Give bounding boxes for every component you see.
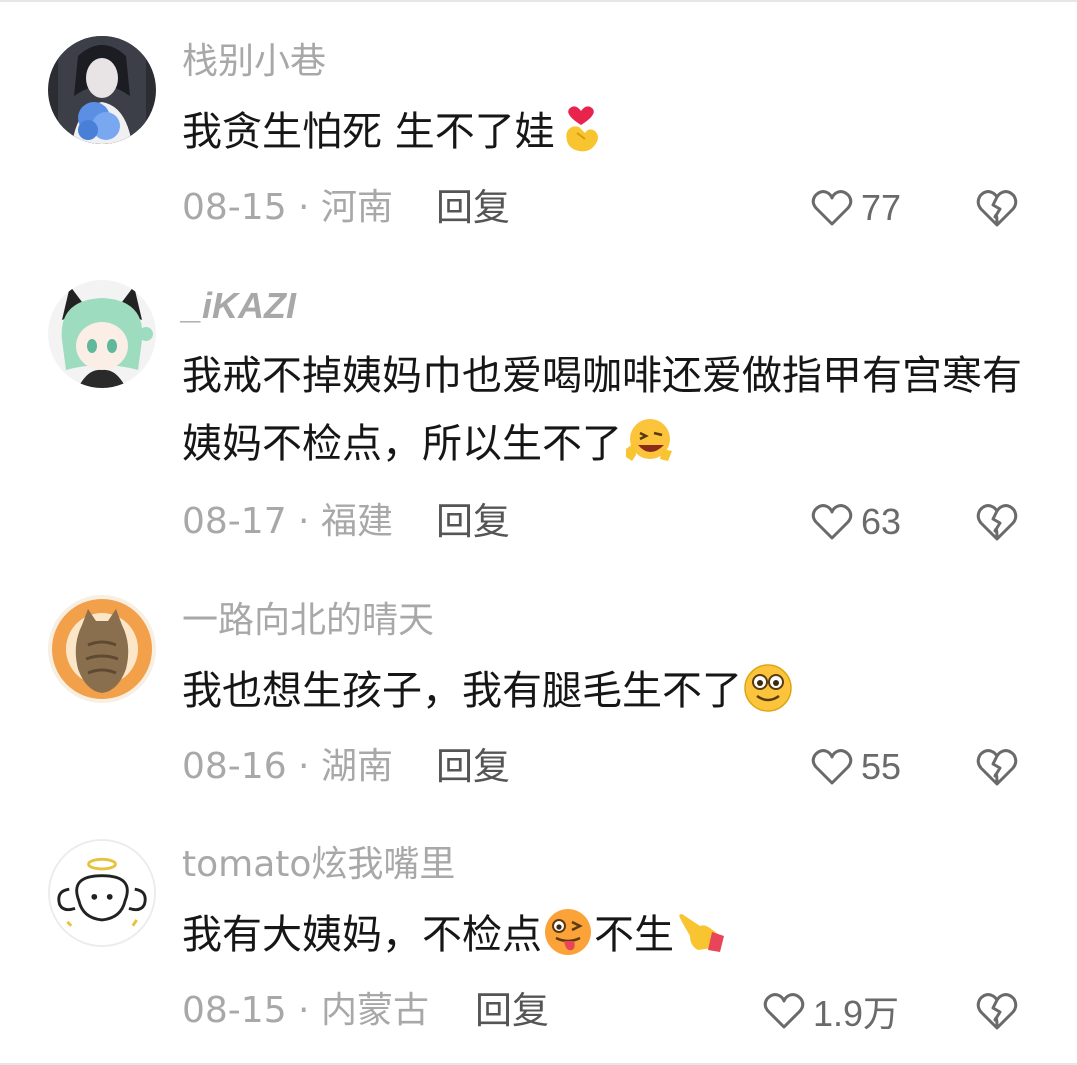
reply-button[interactable]: 回复 — [436, 745, 510, 789]
like-count: 63 — [861, 501, 902, 542]
dislike-button[interactable] — [975, 501, 1019, 543]
comment-meta: 08-17 · 福建 — [182, 500, 393, 544]
comment-text: 我贪生怕死 生不了娃 — [182, 98, 1042, 166]
dislike-button[interactable] — [975, 746, 1019, 788]
username[interactable]: 栈别小巷 — [182, 40, 326, 84]
heart-outline-icon — [811, 747, 853, 787]
reply-button[interactable]: 回复 — [436, 500, 510, 544]
comment-location: 福建 — [320, 501, 393, 542]
comment-text-part: 我有大姨妈，不检点 — [182, 912, 542, 958]
comment-text: 我戒不掉姨妈巾也爱喝咖啡还爱做指甲有宫寒有姨妈不检点，所以生不了 — [182, 342, 1042, 478]
comment-meta: 08-15 · 内蒙古 — [182, 989, 429, 1033]
avatar[interactable] — [48, 839, 156, 947]
like-count: 55 — [861, 746, 902, 787]
heart-outline-icon — [763, 991, 805, 1031]
comment-date: 08-15 — [182, 990, 287, 1031]
finger-heart-emoji-icon — [555, 103, 607, 155]
like-button[interactable]: 55 — [811, 745, 901, 789]
comment-text-part: 不生 — [594, 912, 674, 958]
broken-heart-icon — [975, 990, 1019, 1032]
comment-date: 08-17 — [182, 501, 287, 542]
dislike-button[interactable] — [975, 990, 1019, 1032]
meta-separator: · — [286, 187, 321, 228]
username[interactable]: _iKAZI — [182, 284, 296, 328]
meta-separator: · — [286, 990, 321, 1031]
heart-outline-icon — [811, 502, 853, 542]
username[interactable]: tomato炫我嘴里 — [182, 843, 455, 887]
wink-grin-emoji-icon — [622, 415, 674, 467]
broken-heart-icon — [975, 187, 1019, 229]
comment-meta: 08-15 · 河南 — [182, 186, 393, 230]
avatar[interactable] — [48, 36, 156, 144]
tongue-wink-emoji-icon — [542, 906, 594, 958]
comment-location: 湖南 — [320, 746, 393, 787]
meta-separator: · — [286, 746, 321, 787]
comment-location: 河南 — [320, 187, 393, 228]
comment-text-part: 我也想生孩子，我有腿毛生不了 — [182, 668, 742, 714]
dislike-button[interactable] — [975, 187, 1019, 229]
meta-separator: · — [286, 501, 321, 542]
reply-button[interactable]: 回复 — [436, 186, 510, 230]
comment-meta: 08-16 · 湖南 — [182, 745, 393, 789]
top-divider — [0, 0, 1077, 2]
avatar[interactable] — [48, 595, 156, 703]
like-button[interactable]: 1.9万 — [763, 989, 899, 1034]
like-button[interactable]: 77 — [811, 186, 901, 230]
pointing-hand-emoji-icon — [674, 906, 726, 958]
comment-text: 我也想生孩子，我有腿毛生不了 — [182, 657, 1042, 725]
comment-text: 我有大姨妈，不检点 不生 — [182, 901, 1042, 969]
comment-text-part: 我戒不掉姨妈巾也爱喝咖啡还爱做指甲有宫寒有姨妈不检点，所以生不了 — [182, 353, 1022, 467]
username[interactable]: 一路向北的晴天 — [182, 599, 434, 643]
reply-button[interactable]: 回复 — [475, 989, 549, 1033]
comment-date: 08-16 — [182, 746, 287, 787]
broken-heart-icon — [975, 501, 1019, 543]
broken-heart-icon — [975, 746, 1019, 788]
heart-outline-icon — [811, 188, 853, 228]
smile-emoji-icon — [742, 662, 794, 714]
comment-location: 内蒙古 — [320, 990, 429, 1031]
comment-text-part: 我贪生怕死 生不了娃 — [182, 109, 555, 155]
comment-date: 08-15 — [182, 187, 287, 228]
avatar[interactable] — [48, 280, 156, 388]
like-button[interactable]: 63 — [811, 500, 901, 544]
like-count: 77 — [861, 187, 902, 228]
like-count: 1.9万 — [813, 993, 900, 1034]
